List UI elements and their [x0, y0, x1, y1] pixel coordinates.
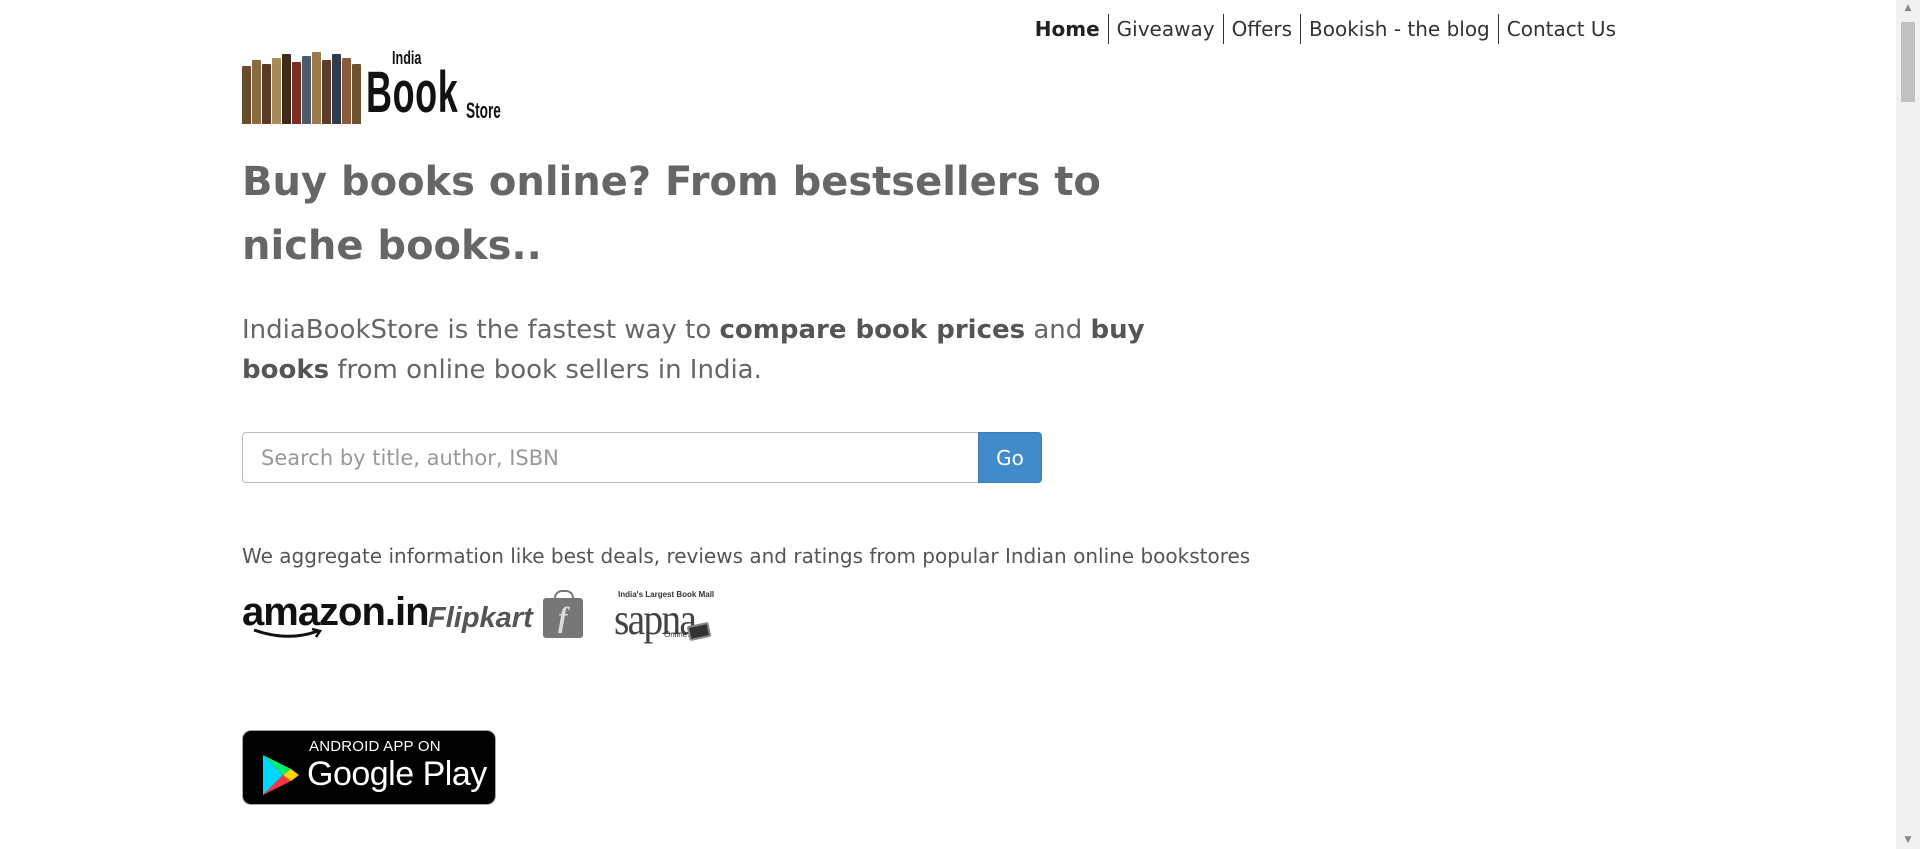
- phone-icon: [686, 621, 712, 642]
- nav-contact-link[interactable]: Contact Us: [1497, 14, 1624, 44]
- intro-part-1: IndiaBookStore is the fastest way to: [242, 315, 720, 345]
- amazon-logo: amazon.in: [242, 590, 430, 638]
- vertical-scrollbar[interactable]: ▲ ▼: [1896, 0, 1920, 849]
- amazon-smile-icon: [253, 628, 323, 638]
- arrow-up-icon[interactable]: ▲: [1896, 0, 1920, 17]
- google-play-icon: [263, 755, 299, 795]
- logo-book-text: Book: [366, 60, 459, 125]
- intro-text: IndiaBookStore is the fastest way to com…: [242, 310, 1172, 390]
- flipkart-logo-text: Flipkart: [428, 601, 533, 634]
- intro-bold-compare: compare book prices: [719, 315, 1026, 345]
- page: Home Giveaway Offers Bookish - the blog …: [0, 0, 1896, 849]
- bookshelf-logo-icon: [242, 50, 362, 124]
- logo-store-text: Store: [466, 98, 501, 123]
- google-play-badge[interactable]: ANDROID APP ON Google Play: [242, 730, 496, 805]
- logo-wordmark: India Book Store: [366, 46, 516, 124]
- nav-giveaway-link[interactable]: Giveaway: [1107, 14, 1223, 44]
- intro-part-3: from online book sellers in India.: [329, 355, 762, 385]
- nav-blog-link[interactable]: Bookish - the blog: [1300, 14, 1498, 44]
- play-badge-big-text: Google Play: [307, 755, 487, 793]
- hero-heading: Buy books online? From bestsellers to ni…: [242, 159, 1101, 269]
- flipkart-bag-icon: f: [542, 590, 583, 638]
- sapna-logo: India's Largest Book Mall sapna Online.c…: [614, 590, 714, 644]
- play-badge-small-text: ANDROID APP ON: [309, 738, 441, 755]
- aggregate-info-text: We aggregate information like best deals…: [242, 544, 1251, 568]
- search-form: Go: [242, 432, 1042, 483]
- store-logos: amazon.in Flipkart f India's Largest Boo…: [242, 590, 762, 644]
- top-nav: Home Giveaway Offers Bookish - the blog …: [1027, 14, 1624, 44]
- go-button[interactable]: Go: [978, 432, 1042, 483]
- search-input[interactable]: [242, 432, 978, 483]
- scrollbar-thumb[interactable]: [1901, 22, 1915, 102]
- flipkart-logo: Flipkart f: [428, 590, 583, 638]
- nav-offers-link[interactable]: Offers: [1222, 14, 1300, 44]
- nav-home-link[interactable]: Home: [1027, 14, 1108, 44]
- intro-part-2: and: [1025, 315, 1091, 345]
- indiabookstore-logo[interactable]: India Book Store: [242, 46, 544, 124]
- arrow-down-icon[interactable]: ▼: [1896, 832, 1920, 849]
